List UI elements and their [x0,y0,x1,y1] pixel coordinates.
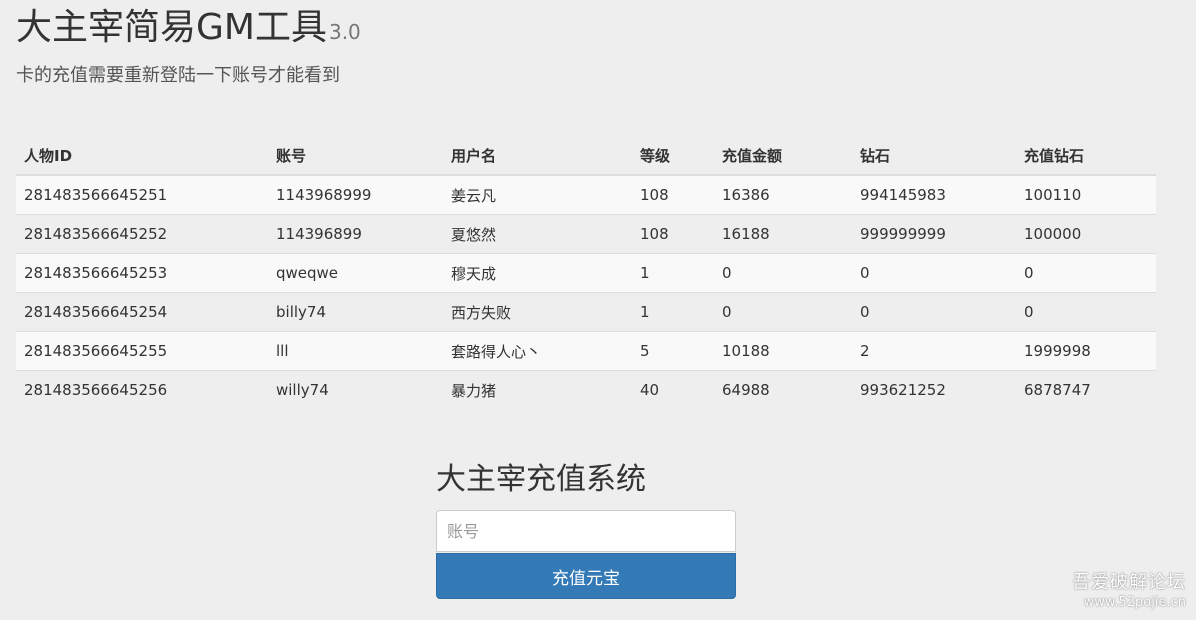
cell-recharge-amount: 64988 [714,370,852,409]
cell-account: billy74 [268,292,443,332]
cell-recharge-amount: 16188 [714,214,852,254]
cell-account: 114396899 [268,214,443,254]
cell-diamonds: 2 [852,331,1016,371]
table-row: 281483566645251 1143968999 姜云凡 108 16386… [16,174,1156,215]
cell-level: 108 [632,214,714,254]
page-title: 大主宰简易GM工具 3.0 [16,6,361,54]
cell-username: 西方失败 [443,292,632,332]
characters-table: 人物ID 账号 用户名 等级 充值金额 钻石 充值钻石 281483566645… [16,136,1156,409]
column-header-recharge-diamonds: 充值钻石 [1016,136,1156,176]
cell-recharge-amount: 16386 [714,174,852,215]
cell-character-id: 281483566645252 [16,214,268,254]
column-header-character-id: 人物ID [16,136,268,176]
page-title-text: 大主宰简易GM工具 [16,7,327,48]
cell-diamonds: 0 [852,253,1016,293]
cell-diamonds: 993621252 [852,370,1016,409]
version-label: 3.0 [328,20,361,44]
cell-username: 暴力猪 [443,370,632,409]
table-header-row: 人物ID 账号 用户名 等级 充值金额 钻石 充值钻石 [16,136,1156,176]
cell-character-id: 281483566645251 [16,174,268,215]
table-row: 281483566645256 willy74 暴力猪 40 64988 993… [16,370,1156,409]
cell-character-id: 281483566645253 [16,253,268,293]
cell-level: 40 [632,370,714,409]
cell-recharge-diamonds: 0 [1016,253,1156,293]
account-input[interactable] [436,510,736,552]
table-header: 人物ID 账号 用户名 等级 充值金额 钻石 充值钻石 [16,136,1156,176]
cell-diamonds: 999999999 [852,214,1016,254]
column-header-diamonds: 钻石 [852,136,1016,176]
characters-table-container: 人物ID 账号 用户名 等级 充值金额 钻石 充值钻石 281483566645… [16,136,1156,409]
cell-level: 5 [632,331,714,371]
cell-recharge-diamonds: 6878747 [1016,370,1156,409]
cell-account: 1143968999 [268,174,443,215]
cell-level: 1 [632,292,714,332]
cell-recharge-diamonds: 100110 [1016,174,1156,215]
cell-username: 套路得人心丶 [443,331,632,371]
table-row: 281483566645252 114396899 夏悠然 108 16188 … [16,214,1156,254]
cell-level: 1 [632,253,714,293]
cell-account: qweqwe [268,253,443,293]
watermark-title: 吾爱破解论坛 [1072,572,1186,593]
page-subtitle: 卡的充值需要重新登陆一下账号才能看到 [16,65,340,86]
cell-character-id: 281483566645255 [16,331,268,371]
cell-recharge-diamonds: 100000 [1016,214,1156,254]
cell-account: willy74 [268,370,443,409]
cell-recharge-amount: 10188 [714,331,852,371]
column-header-recharge-amount: 充值金额 [714,136,852,176]
cell-username: 穆天成 [443,253,632,293]
recharge-ingot-button[interactable]: 充值元宝 [436,553,736,599]
table-row: 281483566645254 billy74 西方失败 1 0 0 0 [16,292,1156,332]
table-body: 281483566645251 1143968999 姜云凡 108 16386… [16,174,1156,409]
cell-recharge-diamonds: 0 [1016,292,1156,332]
cell-character-id: 281483566645256 [16,370,268,409]
cell-username: 夏悠然 [443,214,632,254]
watermark: 吾爱破解论坛 www.52pojie.cn [1072,572,1186,612]
cell-diamonds: 0 [852,292,1016,332]
cell-recharge-diamonds: 1999998 [1016,331,1156,371]
recharge-title: 大主宰充值系统 [436,462,646,497]
cell-diamonds: 994145983 [852,174,1016,215]
watermark-url: www.52pojie.cn [1083,595,1186,610]
column-header-level: 等级 [632,136,714,176]
recharge-form: 大主宰充值系统 充值元宝 [436,460,736,599]
cell-username: 姜云凡 [443,174,632,215]
cell-account: lll [268,331,443,371]
table-row: 281483566645253 qweqwe 穆天成 1 0 0 0 [16,253,1156,293]
table-row: 281483566645255 lll 套路得人心丶 5 10188 2 199… [16,331,1156,371]
column-header-username: 用户名 [443,136,632,176]
cell-character-id: 281483566645254 [16,292,268,332]
cell-recharge-amount: 0 [714,292,852,332]
cell-level: 108 [632,174,714,215]
page-header: 大主宰简易GM工具 3.0 卡的充值需要重新登陆一下账号才能看到 [16,6,361,88]
cell-recharge-amount: 0 [714,253,852,293]
column-header-account: 账号 [268,136,443,176]
